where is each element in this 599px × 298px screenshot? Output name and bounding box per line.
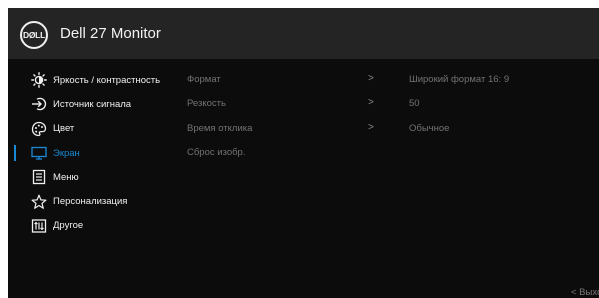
selection-indicator <box>14 144 16 161</box>
menu-item-color[interactable]: Цвет <box>8 117 183 141</box>
monitor-osd-window: DØLL Dell 27 Monitor Яркость / контрастн… <box>8 8 599 298</box>
osd-main-menu: Яркость / контрастность Источник сигнала <box>8 68 183 238</box>
input-source-icon <box>31 96 47 112</box>
setting-row-aspect-ratio[interactable]: Формат > Широкий формат 16: 9 <box>187 68 599 92</box>
menu-item-display[interactable]: Экран <box>8 141 183 165</box>
display-icon <box>31 145 47 161</box>
exit-button[interactable]: < Выход <box>571 287 599 298</box>
other-icon <box>31 218 47 234</box>
menu-item-input-source[interactable]: Источник сигнала <box>8 92 183 116</box>
menu-item-label: Яркость / контрастность <box>53 74 161 86</box>
chevron-right-icon: > <box>368 73 374 84</box>
dell-logo: DØLL <box>20 21 48 49</box>
chevron-right-icon: > <box>368 121 374 133</box>
menu-item-others[interactable]: Другое <box>8 214 183 238</box>
setting-label: Сброс изобр. <box>187 146 246 158</box>
setting-row-sharpness[interactable]: Резкость > 50 <box>187 92 599 116</box>
setting-label: Время отклика <box>187 122 253 134</box>
menu-item-personalize[interactable]: Персонализация <box>8 189 183 213</box>
setting-row-response-time[interactable]: Время отклика > Обычное <box>187 117 599 141</box>
menu-item-label: Меню <box>53 171 79 183</box>
brightness-icon <box>31 72 47 89</box>
color-palette-icon <box>31 121 47 137</box>
menu-item-menu[interactable]: Меню <box>8 165 183 189</box>
menu-item-brightness-contrast[interactable]: Яркость / контрастность <box>8 68 183 92</box>
star-icon <box>31 194 47 210</box>
menu-item-label: Цвет <box>53 123 75 135</box>
setting-value: 50 <box>409 98 420 110</box>
setting-value: Широкий формат 16: 9 <box>409 74 510 85</box>
osd-header: DØLL Dell 27 Monitor <box>8 8 599 59</box>
monitor-title: Dell 27 Monitor <box>60 25 161 42</box>
display-settings-panel: Формат > Широкий формат 16: 9 Резкость >… <box>187 68 599 165</box>
chevron-right-icon: > <box>368 97 374 109</box>
setting-value: Обычное <box>409 122 450 134</box>
menu-item-label: Источник сигнала <box>53 98 132 110</box>
setting-label: Резкость <box>187 98 226 110</box>
setting-row-display-reset[interactable]: Сброс изобр. <box>187 141 599 165</box>
menu-item-label: Другое <box>53 220 84 232</box>
menu-item-label: Экран <box>53 147 80 159</box>
menu-item-label: Персонализация <box>53 196 128 208</box>
menu-icon <box>31 169 47 185</box>
setting-label: Формат <box>187 74 221 85</box>
